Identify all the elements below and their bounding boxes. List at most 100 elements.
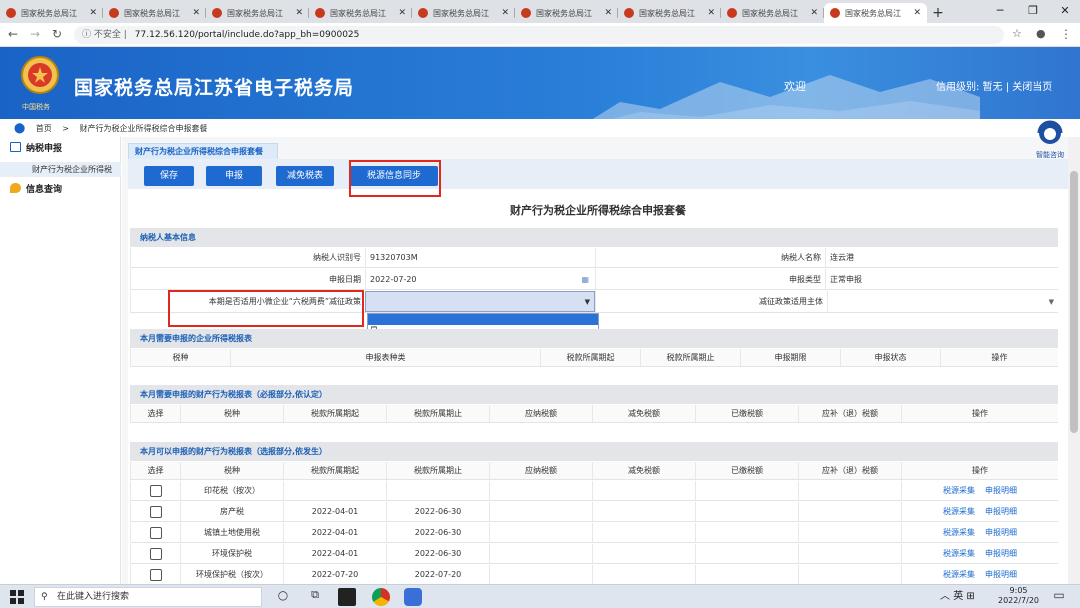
scrollbar-thumb[interactable] bbox=[1070, 171, 1078, 433]
browser-tab[interactable]: 国家税务总局江 ✕ bbox=[0, 3, 103, 23]
browser-tab[interactable]: 国家税务总局江 ✕ bbox=[309, 3, 412, 23]
search-icon: ⚲ bbox=[41, 592, 48, 602]
browser-tab-active[interactable]: 国家税务总局江 ✕ bbox=[824, 3, 927, 23]
tax-favicon-icon bbox=[315, 8, 325, 18]
tax-source-collect-link[interactable]: 税源采集 bbox=[943, 569, 975, 580]
row-select-checkbox[interactable] bbox=[149, 547, 162, 560]
back-icon[interactable]: ← bbox=[8, 27, 18, 41]
close-tab-icon[interactable]: ✕ bbox=[192, 8, 200, 18]
task-view-icon[interactable]: ⧉ bbox=[306, 588, 324, 606]
insecure-info-icon[interactable]: ⓘ 不安全 | bbox=[82, 30, 127, 40]
declare-detail-link[interactable]: 申报明细 bbox=[985, 569, 1017, 580]
browser-tab[interactable]: 国家税务总局江 ✕ bbox=[618, 3, 721, 23]
photos-app-icon[interactable] bbox=[338, 588, 356, 606]
close-tab-icon[interactable]: ✕ bbox=[89, 8, 97, 18]
insecure-label: 不安全 bbox=[93, 30, 121, 40]
close-window-icon[interactable]: ✕ bbox=[1045, 0, 1080, 23]
close-tab-icon[interactable]: ✕ bbox=[604, 8, 612, 18]
save-button[interactable]: 保存 bbox=[144, 166, 194, 186]
column-header: 已缴税额 bbox=[695, 462, 798, 479]
column-header: 税种 bbox=[180, 405, 283, 422]
column-header: 操作 bbox=[940, 349, 1058, 366]
column-header: 申报期限 bbox=[740, 349, 840, 366]
tax-favicon-icon bbox=[624, 8, 634, 18]
profile-icon[interactable]: ● bbox=[1036, 27, 1046, 40]
browser-tab[interactable]: 国家税务总局江 ✕ bbox=[206, 3, 309, 23]
browser-tab[interactable]: 国家税务总局江 ✕ bbox=[515, 3, 618, 23]
bookmark-star-icon[interactable]: ☆ bbox=[1012, 27, 1022, 40]
tax-type-cell: 环境保护税（按次） bbox=[180, 565, 283, 584]
close-tab-icon[interactable]: ✕ bbox=[398, 8, 406, 18]
small-business-policy-select[interactable]: ▼ bbox=[365, 291, 595, 312]
column-header: 已缴税额 bbox=[695, 405, 798, 422]
app-shield-icon[interactable] bbox=[404, 588, 422, 606]
chrome-icon[interactable] bbox=[372, 588, 390, 606]
credit-level-links[interactable]: 信用级别: 暂无 | 关闭当页 bbox=[936, 78, 1052, 93]
system-clock[interactable]: 9:05 2022/7/20 bbox=[998, 586, 1039, 606]
declare-date-field[interactable]: 2022-07-20 ▦ bbox=[365, 269, 595, 289]
tax-favicon-icon bbox=[727, 8, 737, 18]
tax-source-collect-link[interactable]: 税源采集 bbox=[943, 527, 975, 538]
dropdown-option-blank[interactable] bbox=[368, 314, 598, 325]
reload-icon[interactable]: ↻ bbox=[52, 27, 62, 41]
close-tab-icon[interactable]: ✕ bbox=[913, 8, 921, 18]
smart-consult-label: 智能咨询 bbox=[1036, 151, 1064, 159]
site-header: 中国税务 国家税务总局江苏省电子税务局 欢迎 信用级别: 暂无 | 关闭当页 bbox=[0, 47, 1080, 119]
page-tab[interactable]: 财产行为税企业所得税综合申报套餐 bbox=[128, 143, 278, 159]
notification-icon[interactable]: ▭ bbox=[1050, 588, 1068, 606]
row-select-checkbox[interactable] bbox=[149, 505, 162, 518]
column-header: 选择 bbox=[130, 462, 180, 479]
column-header: 税种 bbox=[180, 462, 283, 479]
period-end-cell: 2022-07-20 bbox=[386, 565, 489, 584]
declare-detail-link[interactable]: 申报明细 bbox=[985, 527, 1017, 538]
period-start-cell: 2022-07-20 bbox=[283, 565, 386, 584]
tax-source-collect-link[interactable]: 税源采集 bbox=[943, 548, 975, 559]
close-tab-icon[interactable]: ✕ bbox=[501, 8, 509, 18]
page-scrollbar[interactable] bbox=[1068, 137, 1080, 584]
cortana-icon[interactable]: ○ bbox=[274, 588, 292, 606]
policy-subject-select[interactable]: ▼ bbox=[827, 291, 1058, 312]
calendar-icon[interactable]: ▦ bbox=[581, 275, 589, 284]
taskbar-search-input[interactable]: ⚲ 在此键入进行搜索 bbox=[34, 587, 262, 607]
tax-source-collect-link[interactable]: 税源采集 bbox=[943, 506, 975, 517]
close-tab-icon[interactable]: ✕ bbox=[707, 8, 715, 18]
tax-type-cell: 城镇土地使用税 bbox=[180, 523, 283, 542]
sidebar: 纳税申报 财产行为税企业所得税 信息查询 bbox=[0, 137, 121, 584]
declare-detail-link[interactable]: 申报明细 bbox=[985, 506, 1017, 517]
period-end-cell: 2022-06-30 bbox=[386, 544, 489, 563]
declare-detail-link[interactable]: 申报明细 bbox=[985, 548, 1017, 559]
period-start-cell bbox=[283, 481, 386, 500]
smart-consult-button[interactable]: 智能咨询 bbox=[1030, 119, 1070, 159]
browser-tab[interactable]: 国家税务总局江 ✕ bbox=[412, 3, 515, 23]
clock-time: 9:05 bbox=[1009, 586, 1028, 595]
windows-start-icon[interactable] bbox=[8, 588, 26, 606]
declare-detail-link[interactable]: 申报明细 bbox=[985, 485, 1017, 496]
sidebar-item-tax-declaration[interactable]: 纳税申报 bbox=[0, 140, 121, 158]
system-tray[interactable]: ︿ 英 ⊞ bbox=[940, 587, 975, 602]
chevron-up-icon: ︿ bbox=[940, 591, 950, 602]
column-header: 应补（退）税额 bbox=[798, 405, 901, 422]
browser-tab[interactable]: 国家税务总局江 ✕ bbox=[721, 3, 824, 23]
chevron-down-icon: ▼ bbox=[584, 297, 590, 306]
forward-icon[interactable]: → bbox=[30, 27, 40, 41]
new-tab-button[interactable]: + bbox=[927, 3, 949, 23]
breadcrumb-home[interactable]: 首页 bbox=[36, 124, 52, 133]
sidebar-item-info-query[interactable]: 信息查询 bbox=[0, 181, 121, 199]
main-content: 财产行为税企业所得税综合申报套餐 保存 申报 减免税表 税源信息同步 财产行为税… bbox=[122, 137, 1068, 584]
tax-source-collect-link[interactable]: 税源采集 bbox=[943, 485, 975, 496]
row-select-checkbox[interactable] bbox=[149, 526, 162, 539]
tax-type-cell: 印花税（按次） bbox=[180, 481, 283, 500]
row-select-checkbox[interactable] bbox=[149, 568, 162, 581]
declare-button[interactable]: 申报 bbox=[206, 166, 262, 186]
row-select-checkbox[interactable] bbox=[149, 484, 162, 497]
browser-tab[interactable]: 国家税务总局江 ✕ bbox=[103, 3, 206, 23]
reduction-table-button[interactable]: 减免税表 bbox=[276, 166, 334, 186]
url-field[interactable]: ⓘ 不安全 | 77.12.56.120/portal/include.do?ap… bbox=[74, 26, 1004, 44]
sidebar-subitem-property-cit[interactable]: 财产行为税企业所得税 bbox=[0, 162, 121, 177]
menu-dots-icon[interactable]: ⋮ bbox=[1060, 27, 1072, 41]
column-header: 应补（退）税额 bbox=[798, 462, 901, 479]
column-header: 税款所属期止 bbox=[640, 349, 740, 366]
tax-favicon-icon bbox=[6, 8, 16, 18]
close-tab-icon[interactable]: ✕ bbox=[295, 8, 303, 18]
close-tab-icon[interactable]: ✕ bbox=[810, 8, 818, 18]
